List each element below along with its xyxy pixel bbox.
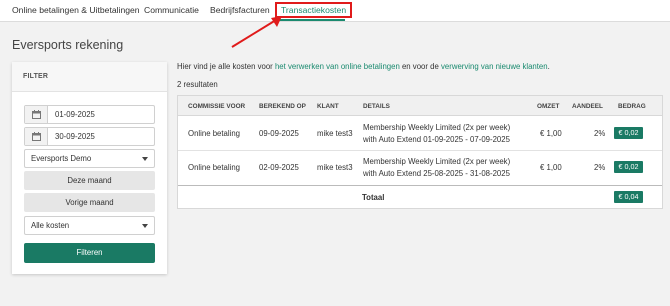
share-cell: 2% [594, 163, 606, 172]
date-to-value: 30-09-2025 [55, 132, 95, 141]
commission-for-cell: Online betaling [188, 163, 241, 172]
details-line-1: Membership Weekly Limited (2x per week) [363, 123, 511, 132]
total-amount-badge: € 0,04 [614, 191, 643, 203]
table-row: Online betaling 02-09-2025 mike test3 Me… [178, 151, 662, 185]
revenue-cell: € 1,00 [540, 163, 562, 172]
table-row: Online betaling 09-09-2025 mike test3 Me… [178, 116, 662, 151]
customer-cell: mike test3 [317, 163, 353, 172]
date-from-value: 01-09-2025 [55, 110, 95, 119]
revenue-cell: € 1,00 [540, 129, 562, 138]
top-navigation: Online betalingen & Uitbetalingen Commun… [0, 0, 670, 22]
calculated-on-cell: 02-09-2025 [259, 163, 299, 172]
details-line-2: with Auto Extend 25-08-2025 - 31-08-2025 [363, 169, 510, 178]
previous-month-button[interactable]: Vorige maand [24, 193, 155, 212]
filter-panel: FILTER 01-09-2025 30-09-2025 Eversports … [12, 62, 167, 274]
column-header[interactable]: AANDEEL [572, 103, 603, 110]
cost-type-value: Alle kosten [31, 221, 70, 230]
total-row: Totaal € 0,04 [178, 185, 662, 209]
chevron-down-icon [142, 224, 148, 228]
amount-badge: € 0,02 [614, 127, 643, 139]
intro-text-part: . [547, 62, 550, 71]
tab-online-payments[interactable]: Online betalingen & Uitbetalingen [12, 5, 140, 15]
intro-text: Hier vind je alle kosten voor het verwer… [177, 62, 550, 71]
customer-cell: mike test3 [317, 129, 353, 138]
commission-for-cell: Online betaling [188, 129, 241, 138]
column-header[interactable]: BEDRAG [618, 103, 646, 110]
details-line-2: with Auto Extend 01-09-2025 - 07-09-2025 [363, 135, 510, 144]
page-title: Eversports rekening [12, 38, 124, 52]
cost-type-select[interactable]: Alle kosten [24, 216, 155, 235]
column-header[interactable]: DETAILS [363, 103, 390, 110]
date-to-field[interactable]: 30-09-2025 [24, 127, 155, 146]
column-header[interactable]: OMZET [537, 103, 559, 110]
filter-submit-button[interactable]: Filteren [24, 243, 155, 263]
calendar-icon [25, 106, 48, 123]
amount-badge: € 0,02 [614, 161, 643, 173]
calculated-on-cell: 09-09-2025 [259, 129, 299, 138]
table-header: COMMISSIE VOOR BEREKEND OP KLANT DETAILS… [178, 96, 662, 116]
transaction-costs-table: COMMISSIE VOOR BEREKEND OP KLANT DETAILS… [177, 95, 663, 209]
chevron-down-icon [142, 157, 148, 161]
calendar-icon [25, 128, 48, 145]
column-header[interactable]: COMMISSIE VOOR [188, 103, 245, 110]
details-line-1: Membership Weekly Limited (2x per week) [363, 157, 511, 166]
online-payments-link[interactable]: het verwerken van online betalingen [275, 62, 400, 71]
share-cell: 2% [594, 129, 606, 138]
account-select-value: Eversports Demo [31, 154, 92, 163]
total-label: Totaal [362, 193, 385, 202]
date-from-field[interactable]: 01-09-2025 [24, 105, 155, 124]
red-arrow-icon [231, 16, 282, 48]
this-month-button[interactable]: Deze maand [24, 171, 155, 190]
new-customers-link[interactable]: verwerving van nieuwe klanten [441, 62, 548, 71]
filter-heading: FILTER [12, 62, 167, 92]
result-count: 2 resultaten [177, 80, 218, 89]
intro-text-part: en voor de [399, 62, 441, 71]
column-header[interactable]: BEREKEND OP [259, 103, 306, 110]
column-header[interactable]: KLANT [317, 103, 339, 110]
intro-text-part: Hier vind je alle kosten voor [177, 62, 275, 71]
tab-communication[interactable]: Communicatie [144, 5, 199, 15]
account-select[interactable]: Eversports Demo [24, 149, 155, 168]
